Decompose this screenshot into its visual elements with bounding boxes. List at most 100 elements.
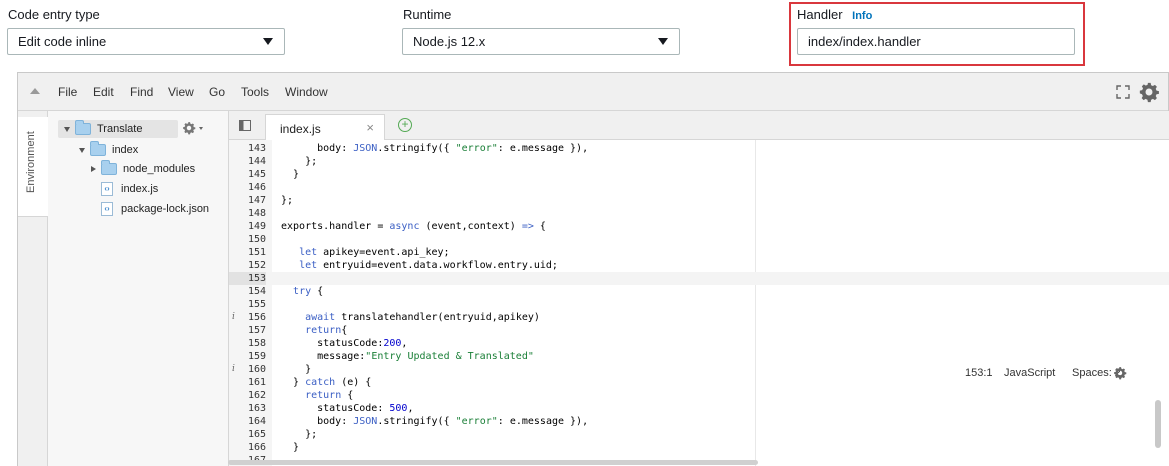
code-line[interactable]: 145 }	[229, 168, 1169, 181]
handler-value: index/index.handler	[808, 34, 921, 49]
tree-item-label: node_modules	[123, 163, 196, 175]
tree-item-index[interactable]: index	[79, 141, 138, 159]
handler-info-link[interactable]: Info	[852, 10, 872, 22]
line-number: 153	[229, 272, 266, 285]
line-number: 160	[247, 364, 266, 375]
tree-item-label: package-lock.json	[121, 203, 210, 215]
code-line[interactable]: 148	[229, 207, 1169, 220]
line-number: 163	[247, 403, 266, 414]
code-text: body: JSON.stringify({ "error": e.messag…	[281, 143, 589, 154]
tab-index-js[interactable]: index.js ×	[265, 114, 385, 140]
code-line[interactable]: 158 statusCode:200,	[229, 337, 1169, 350]
code-line[interactable]: 155	[229, 298, 1169, 311]
menu-bar: File Edit Find View Go Tools Window	[18, 73, 1168, 111]
menu-view[interactable]: View	[168, 85, 194, 99]
environment-tab-label: Environment	[25, 131, 37, 193]
tree-item-index-js[interactable]: index.js	[101, 180, 158, 198]
file-icon	[101, 182, 113, 196]
code-line[interactable]: 147};	[229, 194, 1169, 207]
runtime-select[interactable]: Node.js 12.x	[402, 28, 680, 55]
code-text: };	[281, 156, 318, 167]
language-mode[interactable]: JavaScript	[1004, 367, 1055, 379]
line-number: 159	[247, 351, 266, 362]
line-number: 162	[247, 390, 266, 401]
handler-label: Handler	[797, 7, 843, 22]
line-number: 149	[247, 221, 266, 232]
fullscreen-icon[interactable]	[1116, 85, 1130, 99]
code-text: };	[281, 429, 318, 440]
code-line[interactable]: 144 };	[229, 155, 1169, 168]
code-line[interactable]: 153	[229, 272, 1169, 285]
code-text: try {	[293, 286, 324, 297]
horizontal-scrollbar[interactable]	[228, 460, 758, 465]
environment-tab[interactable]: Environment	[18, 117, 48, 217]
menu-edit[interactable]: Edit	[93, 85, 114, 99]
line-number: 166	[247, 442, 266, 453]
code-text: } catch (e) {	[281, 377, 372, 388]
line-number: 155	[247, 299, 266, 310]
code-text: return{	[305, 325, 348, 336]
line-number: 157	[247, 325, 266, 336]
collapse-icon[interactable]	[30, 88, 40, 94]
cloud9-editor: File Edit Find View Go Tools Window Envi…	[17, 72, 1169, 466]
handler-input[interactable]: index/index.handler	[797, 28, 1075, 55]
code-line[interactable]: 152 let entryuid=event.data.workflow.ent…	[229, 259, 1169, 272]
code-line[interactable]: 151 let apikey=event.api_key;	[229, 246, 1169, 259]
cursor-position[interactable]: 153:1	[965, 367, 993, 379]
code-text: return {	[305, 390, 354, 401]
menu-window[interactable]: Window	[285, 85, 328, 99]
line-number: 161	[247, 377, 266, 388]
close-icon[interactable]: ×	[366, 120, 374, 135]
gear-icon[interactable]	[1138, 81, 1160, 103]
file-tree: Translate index node_modules index.js pa…	[48, 111, 229, 466]
code-line[interactable]: 162 return {	[229, 389, 1169, 402]
side-panel-strip: Environment	[18, 111, 48, 466]
expanded-icon	[79, 147, 85, 153]
code-line[interactable]: 166 }	[229, 441, 1169, 454]
collapsed-icon	[91, 166, 96, 172]
add-tab-icon[interactable]: +	[398, 118, 412, 132]
handler-label-group: Handler Info	[797, 7, 872, 22]
menu-tools[interactable]: Tools	[241, 85, 269, 99]
code-line[interactable]: 165 };	[229, 428, 1169, 441]
tab-bar: index.js × +	[229, 111, 1169, 140]
code-area[interactable]: 143 body: JSON.stringify({ "error": e.me…	[229, 140, 1169, 466]
code-line[interactable]: 159 message:"Entry Updated & Translated"	[229, 350, 1169, 363]
folder-icon	[101, 160, 117, 175]
code-line[interactable]: i 156 await translatehandler(entryuid,api…	[229, 311, 1169, 324]
code-line[interactable]: 164 body: JSON.stringify({ "error": e.me…	[229, 415, 1169, 428]
line-number: 150	[247, 234, 266, 245]
code-line[interactable]: 150	[229, 233, 1169, 246]
menu-go[interactable]: Go	[209, 85, 225, 99]
code-line[interactable]: 146	[229, 181, 1169, 194]
tree-item-node-modules[interactable]: node_modules	[91, 160, 195, 178]
code-line[interactable]: 149 exports.handler = async (event,contex…	[229, 220, 1169, 233]
tab-list-icon[interactable]	[239, 120, 251, 131]
gear-icon[interactable]	[1113, 366, 1127, 380]
code-text: }	[281, 169, 300, 180]
chevron-down-icon	[199, 127, 203, 130]
chevron-down-icon	[658, 38, 668, 45]
vertical-scrollbar[interactable]	[1155, 400, 1161, 448]
code-entry-type-value: Edit code inline	[18, 34, 107, 49]
menu-find[interactable]: Find	[130, 85, 153, 99]
gear-icon[interactable]	[182, 121, 196, 135]
code-line[interactable]: 154 try {	[229, 285, 1169, 298]
code-line[interactable]: 143 body: JSON.stringify({ "error": e.me…	[229, 142, 1169, 155]
runtime-value: Node.js 12.x	[413, 34, 486, 49]
editor-pane: index.js × + 143 body: JSON.stringify({ …	[229, 111, 1169, 466]
code-line[interactable]: 163 statusCode: 500,	[229, 402, 1169, 415]
code-entry-type-select[interactable]: Edit code inline	[7, 28, 285, 55]
code-text: body: JSON.stringify({ "error": e.messag…	[281, 416, 589, 427]
code-text: let apikey=event.api_key;	[299, 247, 450, 258]
menu-file[interactable]: File	[58, 85, 77, 99]
code-text: exports.handler = async (event,context) …	[281, 221, 546, 232]
line-number: 145	[247, 169, 266, 180]
tree-item-package-lock[interactable]: package-lock.json	[101, 200, 209, 218]
file-icon	[101, 202, 113, 216]
tree-item-translate[interactable]: Translate	[58, 120, 178, 138]
code-line[interactable]: 157 return{	[229, 324, 1169, 337]
tab-label: index.js	[280, 122, 321, 136]
line-number: 147	[247, 195, 266, 206]
code-text: }	[281, 442, 300, 453]
